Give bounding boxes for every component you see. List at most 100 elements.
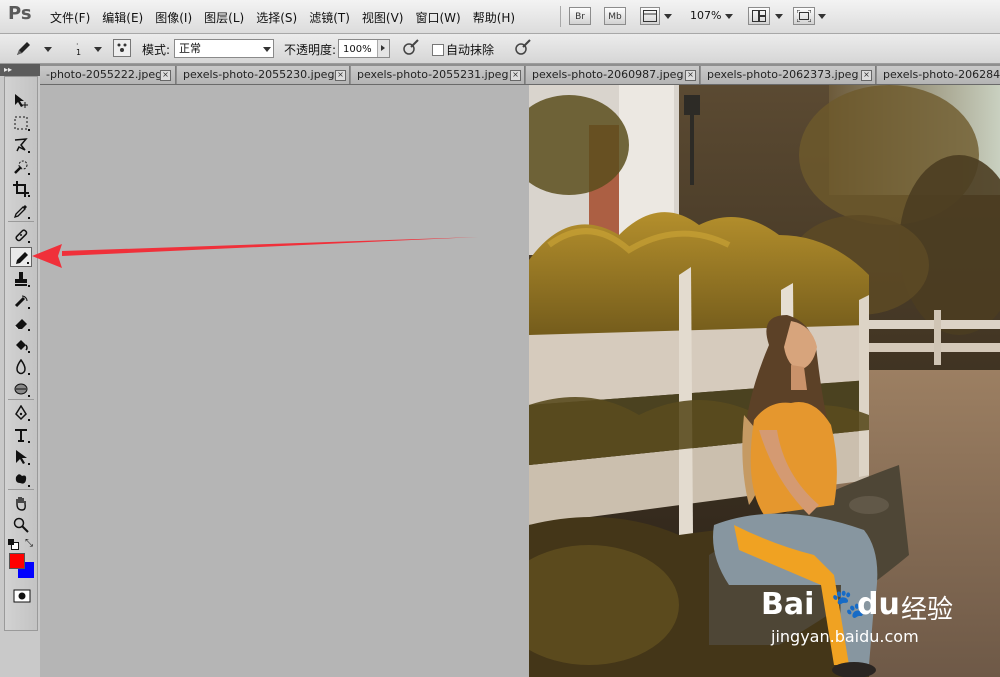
hand-tool[interactable] [10,493,32,513]
hand-icon [16,497,26,511]
view-extras-dropdown-icon[interactable] [664,14,672,19]
toggle-brush-panel-button[interactable] [113,39,131,57]
custom-shape-tool[interactable] [10,469,32,489]
magnifier-icon [13,517,29,533]
close-icon[interactable]: × [510,70,521,81]
quick-mask-button[interactable] [13,589,31,603]
baidu-watermark: Bai 🐾 du 经验 jingyan.baidu.com [761,587,991,657]
crop-tool[interactable] [10,179,32,199]
options-bar: · 1 模式: 正常 不透明度: 100% 自动抹除 [0,34,1000,64]
document-photo[interactable]: Bai 🐾 du 经验 jingyan.baidu.com [529,85,1000,677]
screen-mode-button[interactable] [793,7,815,25]
brush-panel-icon [117,43,127,52]
menu-image[interactable]: 图像(I) [149,9,198,26]
pencil-tool[interactable] [10,247,32,267]
close-icon[interactable]: × [160,70,171,81]
tab-document-4[interactable]: pexels-photo-2060987.jpeg × [526,66,700,84]
tab-document-1[interactable]: -photo-2055222.jpeg × [40,66,176,84]
dodge-tool[interactable] [10,379,32,399]
default-colors-icon[interactable] [8,539,19,550]
bridge-button[interactable]: Br [569,7,591,25]
path-selection-tool[interactable] [10,447,32,467]
foreground-color-swatch[interactable] [9,553,25,569]
eraser-icon [14,319,27,330]
menu-separator [560,6,561,27]
eyedropper-tool[interactable] [10,201,32,221]
watermark-brand: Bai [761,587,815,622]
pressure-opacity-button[interactable] [402,38,422,58]
tab-document-5[interactable]: pexels-photo-2062373.jpeg × [701,66,876,84]
view-extras-icon [643,10,657,22]
tool-separator [8,399,34,400]
blur-tool[interactable] [10,357,32,377]
tab-document-3[interactable]: pexels-photo-2055231.jpeg × [351,66,525,84]
watermark-url: jingyan.baidu.com [771,627,919,646]
close-icon[interactable]: × [335,70,346,81]
menu-window[interactable]: 窗口(W) [409,9,466,26]
marquee-icon [14,116,28,130]
minibridge-button[interactable]: Mb [604,7,626,25]
lasso-tool[interactable] [10,135,32,155]
marquee-tool[interactable] [10,113,32,133]
history-brush-icon [14,295,28,308]
menu-items: 文件(F) 编辑(E) 图像(I) 图层(L) 选择(S) 滤镜(T) 视图(V… [44,9,521,26]
history-brush-tool[interactable] [10,291,32,311]
quick-selection-tool[interactable] [10,157,32,177]
spot-healing-tool[interactable] [10,225,32,245]
tab-label: -photo-2055222.jpeg [46,68,163,81]
pressure-size-button[interactable] [514,38,534,58]
canvas-area[interactable]: Bai 🐾 du 经验 jingyan.baidu.com [40,85,1000,677]
healing-brush-icon [15,229,28,242]
screen-mode-dropdown-icon[interactable] [818,14,826,19]
zoom-level[interactable]: 107% [690,9,721,22]
menu-view[interactable]: 视图(V) [356,9,410,26]
tab-document-6[interactable]: pexels-photo-206284 [877,66,1000,84]
opacity-value: 100% [343,44,372,55]
type-tool[interactable] [10,425,32,445]
menu-help[interactable]: 帮助(H) [467,9,521,26]
move-tool[interactable] [10,91,32,111]
pen-icon [15,405,27,421]
view-extras-button[interactable] [640,7,660,25]
tab-document-2[interactable]: pexels-photo-2055230.jpeg × [177,66,350,84]
watermark-suffix: 经验 [901,595,954,625]
swap-colors-icon[interactable]: ⤡ [25,538,33,549]
opacity-input[interactable]: 100% [338,39,390,58]
arrange-icon [752,10,766,22]
pressure-icon [403,39,419,55]
tools-panel-header[interactable]: ▸▸ [0,64,40,76]
pressure-size-icon [515,39,531,55]
crop-icon [13,181,29,197]
pen-tool[interactable] [10,403,32,423]
tab-label: pexels-photo-2062373.jpeg [707,68,859,81]
close-icon[interactable]: × [685,70,696,81]
arrange-documents-button[interactable] [748,7,770,25]
tool-separator [8,221,34,222]
opacity-slider-toggle[interactable] [377,40,389,57]
paint-bucket-tool[interactable] [10,335,32,355]
tab-label: pexels-photo-206284 [883,68,1000,81]
zoom-tool[interactable] [10,515,32,535]
eraser-tool[interactable] [10,313,32,333]
arrange-dropdown-icon[interactable] [775,14,783,19]
close-icon[interactable]: × [861,70,872,81]
auto-erase-checkbox[interactable] [432,44,444,56]
paint-bucket-icon [16,340,28,351]
menu-select[interactable]: 选择(S) [250,9,303,26]
menu-file[interactable]: 文件(F) [44,9,96,26]
brush-preset-picker[interactable]: · 1 [66,38,106,60]
clone-stamp-tool[interactable] [10,269,32,289]
eyedropper-icon [13,205,27,219]
menu-layer[interactable]: 图层(L) [198,9,250,26]
menu-edit[interactable]: 编辑(E) [96,9,149,26]
opacity-label: 不透明度: [284,43,337,57]
dodge-icon [14,383,28,395]
menu-filter[interactable]: 滤镜(T) [303,9,356,26]
mode-select[interactable]: 正常 [174,39,274,58]
tab-label: pexels-photo-2055230.jpeg [183,68,335,81]
tool-preset-picker[interactable] [14,40,54,58]
mode-label: 模式: [142,43,171,57]
photoshop-logo: Ps [8,3,32,24]
zoom-dropdown-icon[interactable] [725,14,733,19]
pencil-icon [17,42,30,55]
